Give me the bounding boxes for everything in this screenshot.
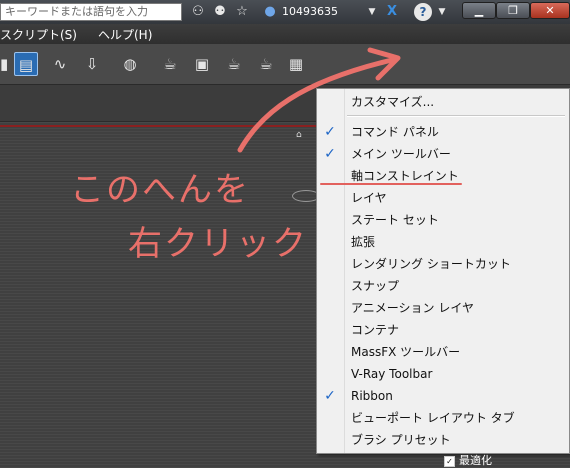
check-icon	[320, 431, 340, 449]
menu-item-label: レイヤ	[351, 191, 387, 205]
menu-item-label: アニメーション レイヤ	[351, 301, 474, 315]
menu-item-11[interactable]: V-Ray Toolbar	[317, 363, 569, 385]
optimize-label: 最適化	[459, 454, 492, 467]
menu-item-label: カスタマイズ...	[351, 95, 435, 109]
menu-item-10[interactable]: MassFX ツールバー	[317, 341, 569, 363]
check-icon	[320, 365, 340, 383]
menu-separator	[347, 115, 565, 117]
checkbox-box[interactable]: ✓	[444, 455, 455, 467]
menu-item-0[interactable]: ✓ コマンド パネル	[317, 121, 569, 143]
annotation-line-1: このへんを	[70, 170, 250, 210]
menu-item-4[interactable]: ステート セット	[317, 209, 569, 231]
menu-item-9[interactable]: コンテナ	[317, 319, 569, 341]
check-icon	[320, 189, 340, 207]
menu-item-label: コマンド パネル	[351, 125, 439, 139]
check-icon	[320, 321, 340, 339]
menu-item-label: メイン ツールバー	[351, 147, 451, 161]
check-icon	[320, 343, 340, 361]
check-icon	[320, 255, 340, 273]
optimize-checkbox[interactable]: ✓ 最適化	[444, 454, 570, 468]
menu-item-label: V-Ray Toolbar	[351, 367, 433, 381]
menu-item-label: MassFX ツールバー	[351, 345, 461, 359]
check-icon	[320, 299, 340, 317]
menu-item-label: ビューポート レイアウト タブ	[351, 411, 515, 425]
menu-item-label: スナップ	[351, 279, 400, 293]
check-icon	[320, 211, 340, 229]
menu-item-label: ブラシ プリセット	[351, 433, 451, 447]
menu-item-12[interactable]: ✓ Ribbon	[317, 385, 569, 407]
menu-item-5[interactable]: 拡張	[317, 231, 569, 253]
menu-item-7[interactable]: スナップ	[317, 275, 569, 297]
menu-item-1[interactable]: ✓ メイン ツールバー	[317, 143, 569, 165]
check-icon: ✓	[324, 388, 336, 404]
menu-item-label: レンダリング ショートカット	[351, 257, 511, 271]
menu-item-label: 拡張	[351, 235, 376, 249]
annotation-underline	[320, 183, 462, 185]
menu-item-6[interactable]: レンダリング ショートカット	[317, 253, 569, 275]
check-icon	[320, 233, 340, 251]
menu-item-13[interactable]: ビューポート レイアウト タブ	[317, 407, 569, 429]
menu-item-3[interactable]: レイヤ	[317, 187, 569, 209]
menu-item-14[interactable]: ブラシ プリセット	[317, 429, 569, 451]
menu-item-label: ステート セット	[351, 213, 439, 227]
menu-item-label: コンテナ	[351, 323, 400, 337]
menu-item-8[interactable]: アニメーション レイヤ	[317, 297, 569, 319]
annotation-line-2: 右クリック	[128, 224, 308, 264]
menu-item-customize[interactable]: カスタマイズ...	[317, 91, 569, 113]
check-icon	[320, 277, 340, 295]
toolbar-context-menu: カスタマイズ... ✓ コマンド パネル ✓ メイン ツールバー 軸コンストレイント レイ…	[316, 88, 570, 454]
check-icon: ✓	[324, 124, 336, 140]
check-icon	[320, 409, 340, 427]
check-icon: ✓	[324, 146, 336, 162]
menu-item-label: Ribbon	[351, 389, 393, 403]
